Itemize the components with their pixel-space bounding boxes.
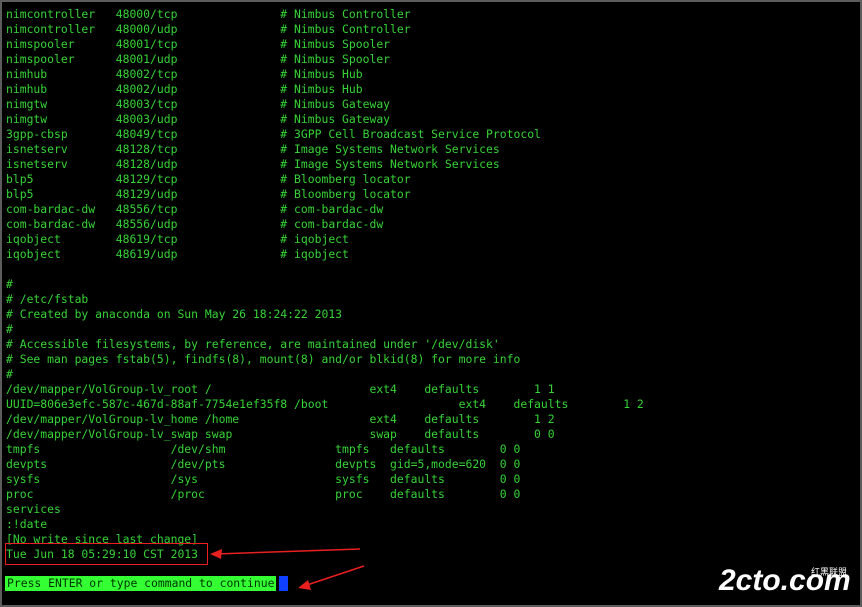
annotation-arrows bbox=[210, 548, 365, 590]
arrow-to-date bbox=[215, 548, 361, 555]
terminal-cursor bbox=[279, 576, 288, 591]
continue-prompt[interactable]: Press ENTER or type command to continue bbox=[5, 576, 277, 591]
arrow-head-date bbox=[210, 549, 222, 559]
watermark-subtext: 红黑联盟 bbox=[811, 567, 848, 577]
arrow-head-prompt bbox=[298, 580, 311, 590]
watermark-logo: 2cto.com 红黑联盟 bbox=[719, 563, 854, 599]
terminal-window[interactable]: nimcontroller 48000/tcp # Nimbus Control… bbox=[0, 0, 862, 607]
arrow-to-prompt bbox=[303, 565, 365, 587]
